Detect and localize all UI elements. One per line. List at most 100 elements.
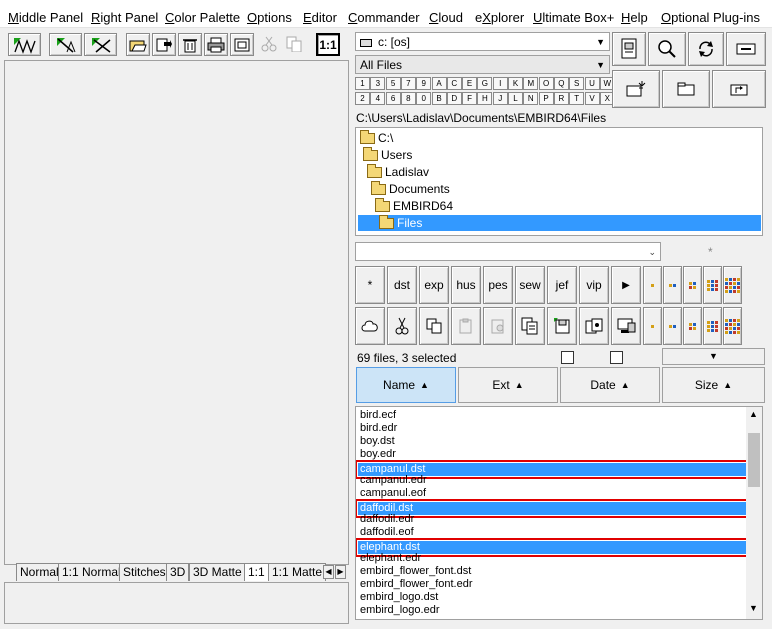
letter-button-9[interactable]: 9	[416, 77, 432, 90]
scale-1-1-button[interactable]: 1:1	[316, 33, 340, 56]
letter-button-u[interactable]: U	[584, 77, 600, 90]
letter-button-v[interactable]: V	[584, 92, 600, 105]
letter-button-d[interactable]: D	[446, 92, 462, 105]
print-button[interactable]	[204, 33, 228, 56]
search-button[interactable]	[648, 32, 686, 66]
drive-select[interactable]: c: [os] ▼	[355, 32, 610, 51]
ext-filter-vip-button[interactable]: vip	[579, 266, 609, 304]
paste-button[interactable]	[451, 307, 481, 345]
file-row[interactable]: boy.dst	[358, 435, 746, 448]
letter-button-f[interactable]: F	[462, 92, 478, 105]
tree-node-users[interactable]: Users	[363, 146, 412, 163]
letter-button-s[interactable]: S	[569, 77, 585, 90]
letter-button-6[interactable]: 6	[385, 92, 401, 105]
menu-optional-plug-ins[interactable]: Optional Plug-ins	[661, 10, 760, 25]
thumb-grid-1-button[interactable]	[643, 307, 662, 345]
tab-scroll-right[interactable]: ▶	[335, 565, 346, 579]
thumb-grid-2-button[interactable]	[663, 266, 682, 304]
ext-filter-all-button[interactable]: *	[355, 266, 385, 304]
file-row[interactable]: boy.edr	[358, 448, 746, 461]
letter-button-h[interactable]: H	[477, 92, 493, 105]
thumb-grid-16-button[interactable]	[723, 266, 742, 304]
tab-1-1-normal[interactable]: 1:1 Normal	[58, 563, 125, 581]
file-row[interactable]: bird.ecf	[358, 409, 746, 422]
letter-button-t[interactable]: T	[569, 92, 585, 105]
menu-ultimate-box[interactable]: Ultimate Box+	[533, 10, 614, 25]
letter-button-3[interactable]: 3	[370, 77, 386, 90]
convert-button[interactable]	[579, 307, 609, 345]
file-list[interactable]: bird.ecf bird.edr boy.dst boy.edr campanul.d…	[355, 406, 763, 620]
letter-button-0[interactable]: 0	[416, 92, 432, 105]
letter-button-5[interactable]: 5	[385, 77, 401, 90]
duplicate-button[interactable]	[515, 307, 545, 345]
tree-node-documents[interactable]: Documents	[371, 180, 450, 197]
letter-button-j[interactable]: J	[492, 92, 508, 105]
ext-filter-jef-button[interactable]: jef	[547, 266, 577, 304]
letter-button-a[interactable]: A	[431, 77, 447, 90]
thumb-grid-4-button[interactable]	[683, 307, 702, 345]
letter-button-2[interactable]: 2	[355, 92, 370, 105]
panel-toggle-button[interactable]	[726, 32, 766, 66]
letter-button-1[interactable]: 1	[355, 77, 370, 90]
file-row[interactable]: daffodil.eof	[358, 526, 746, 539]
copy-button[interactable]	[419, 307, 449, 345]
export-button[interactable]	[152, 33, 176, 56]
letter-button-g[interactable]: G	[477, 77, 493, 90]
file-list-scrollbar[interactable]: ▲ ▼	[746, 407, 762, 619]
tree-node-files[interactable]: Files	[358, 214, 761, 231]
copy-button[interactable]	[285, 36, 305, 54]
view-mode-dropdown[interactable]: ▼	[662, 348, 765, 365]
thumb-grid-4-button[interactable]	[683, 266, 702, 304]
file-row[interactable]: daffodil.edr	[358, 513, 746, 526]
file-row[interactable]: elephant.edr	[358, 552, 746, 565]
folder-tree[interactable]: C:\ Users Ladislav Documents EMBIRD64 Fi…	[355, 127, 763, 236]
folder-button[interactable]	[662, 70, 710, 108]
file-row[interactable]: embird_flower_font.dst	[358, 565, 746, 578]
letter-button-q[interactable]: Q	[553, 77, 569, 90]
letter-button-o[interactable]: O	[538, 77, 554, 90]
file-row[interactable]: campanul.eof	[358, 487, 746, 500]
scroll-down-icon[interactable]: ▼	[749, 603, 758, 613]
menu-right-panel[interactable]: Right Panel	[91, 10, 158, 25]
cut-button[interactable]	[387, 307, 417, 345]
menu-explorer[interactable]: eXplorer	[475, 10, 524, 25]
tree-node-embird64[interactable]: EMBIRD64	[375, 197, 453, 214]
search-combo[interactable]: ⌄	[355, 242, 661, 261]
select-stitch-button[interactable]	[49, 33, 82, 56]
open-folder-button[interactable]	[126, 33, 150, 56]
scrollbar-thumb[interactable]	[748, 433, 760, 487]
save-button[interactable]	[547, 307, 577, 345]
letter-button-e[interactable]: E	[462, 77, 478, 90]
thumb-grid-9-button[interactable]	[703, 266, 722, 304]
sort-name-button[interactable]: Name ▲	[356, 367, 456, 403]
cut-button[interactable]	[260, 36, 280, 54]
new-folder-button[interactable]	[612, 70, 660, 108]
tree-node-ladislav[interactable]: Ladislav	[367, 163, 429, 180]
letter-button-8[interactable]: 8	[400, 92, 416, 105]
sort-size-button[interactable]: Size ▲	[662, 367, 765, 403]
letter-button-k[interactable]: K	[508, 77, 523, 90]
letter-button-c[interactable]: C	[446, 77, 462, 90]
letter-button-p[interactable]: P	[538, 92, 554, 105]
paste-special-button[interactable]	[483, 307, 513, 345]
tab-scroll-left[interactable]: ◀	[323, 565, 334, 579]
file-info-button[interactable]	[612, 32, 646, 66]
letter-button-r[interactable]: R	[553, 92, 569, 105]
option-checkbox-1[interactable]	[561, 351, 574, 364]
refresh-button[interactable]	[688, 32, 724, 66]
letter-button-7[interactable]: 7	[400, 77, 416, 90]
ext-filter-dst-button[interactable]: dst	[387, 266, 417, 304]
option-checkbox-2[interactable]	[610, 351, 623, 364]
monitor-button[interactable]	[611, 307, 641, 345]
frame-button[interactable]	[230, 33, 254, 56]
menu-cloud[interactable]: Cloud	[429, 10, 463, 25]
design-canvas[interactable]	[4, 60, 349, 565]
letter-button-m[interactable]: M	[523, 77, 539, 90]
letter-button-l[interactable]: L	[508, 92, 523, 105]
tab-3d[interactable]: 3D	[166, 563, 190, 581]
tab-stitches[interactable]: Stitches	[119, 563, 170, 581]
tab-3d-matte[interactable]: 3D Matte	[189, 563, 246, 581]
menu-options[interactable]: Options	[247, 10, 292, 25]
scroll-up-icon[interactable]: ▲	[749, 409, 758, 419]
file-filter-select[interactable]: All Files ▼	[355, 55, 610, 74]
